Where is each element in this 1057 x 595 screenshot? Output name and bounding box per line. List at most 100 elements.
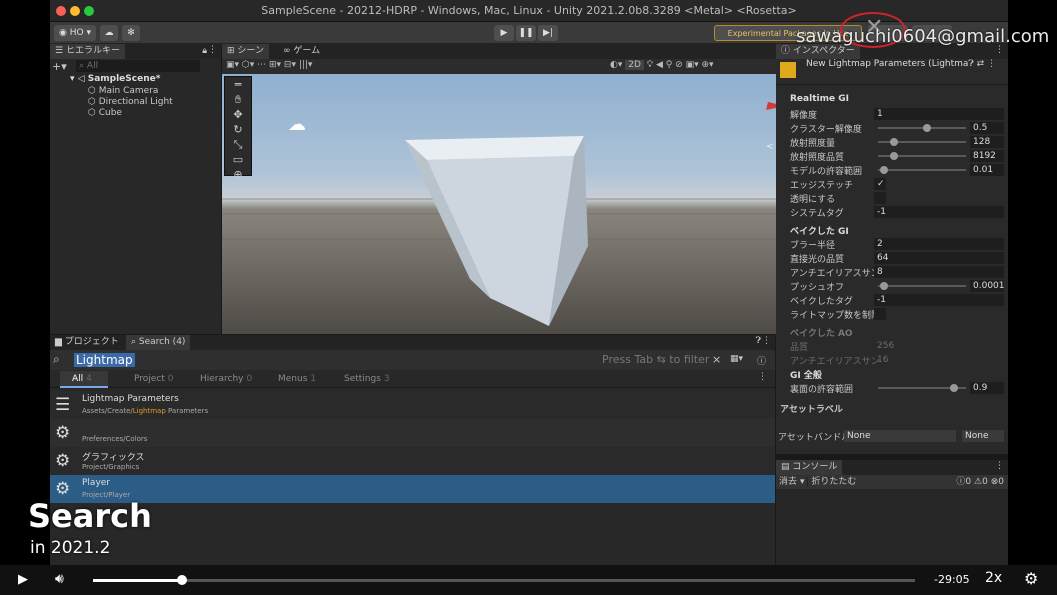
search-result-row[interactable]: ⚙ Player Project/Player bbox=[50, 475, 775, 503]
progress-knob[interactable] bbox=[176, 575, 187, 585]
help-icon[interactable]: ❓︎ bbox=[756, 336, 761, 346]
drag-handle[interactable]: ═ bbox=[225, 77, 251, 92]
account-dropdown[interactable]: ◉ HO ▾ bbox=[54, 25, 96, 41]
settings-gear-icon[interactable]: ⚙ bbox=[1024, 569, 1038, 588]
slider-knob[interactable] bbox=[879, 282, 888, 290]
scene-root-item[interactable]: ▾ ◁ SampleScene* bbox=[70, 74, 160, 84]
hierarchy-search-input[interactable]: ⌕ All bbox=[76, 60, 200, 72]
hierarchy-item[interactable]: ⬡ Directional Light bbox=[88, 97, 173, 107]
slider-knob[interactable] bbox=[950, 384, 959, 392]
inspector-field-value[interactable]: 2 bbox=[874, 238, 1004, 250]
inspector-field-label: システムタグ bbox=[790, 209, 844, 219]
scene-viewport[interactable]: ☁ ═ ✋︎ ✥ ↻ ⤡ ▭ ⊕ < Persp bbox=[222, 74, 824, 334]
filter-tab-settings[interactable]: Settings 3 bbox=[344, 374, 390, 384]
inspector-panel: ⓘ インスペクター ⋮ New Lightmap Parameters (Lig… bbox=[776, 44, 1008, 454]
inspector-field-label: 解像度 bbox=[790, 111, 818, 121]
collab-icon[interactable]: ✻ bbox=[122, 25, 140, 41]
slider-track[interactable] bbox=[878, 285, 966, 287]
info-icon[interactable]: ⓘ bbox=[757, 354, 766, 367]
inspector-field-value[interactable]: -1 bbox=[874, 294, 1004, 306]
warning-count-button[interactable]: ⚠0 bbox=[974, 477, 988, 487]
collapse-button[interactable]: 折りたたむ bbox=[807, 477, 860, 487]
clear-button[interactable]: 消去 bbox=[776, 477, 800, 487]
inspector-field-label: 直接光の品質 bbox=[790, 255, 845, 265]
hierarchy-item[interactable]: ⬡ Cube bbox=[88, 108, 122, 118]
filter-hint: Press Tab ⇆ to filter bbox=[602, 353, 710, 366]
inspector-field-value[interactable]: 0.0001 bbox=[970, 280, 1005, 292]
filter-tab-hierarchy[interactable]: Hierarchy 0 bbox=[200, 374, 252, 384]
inspector-field-value[interactable]: 128 bbox=[970, 136, 1004, 148]
asset-bundle-variant-dropdown[interactable]: None bbox=[962, 430, 1004, 442]
more-menu-icon[interactable]: ⋮ bbox=[758, 372, 767, 382]
rotate-tool-icon[interactable]: ↻ bbox=[225, 122, 251, 137]
progress-track[interactable] bbox=[93, 575, 915, 585]
tab-project[interactable]: ▆ プロジェクト bbox=[50, 335, 124, 350]
inspector-field-value[interactable]: 0.5 bbox=[970, 122, 1004, 134]
console-counts: ⓘ0 ⚠0 ⊗0 bbox=[956, 475, 1004, 489]
save-search-icon[interactable]: ▦▾ bbox=[730, 354, 743, 364]
filter-tab-all[interactable]: All 4 bbox=[72, 374, 92, 384]
unity-window: SampleScene - 20212-HDRP - Windows, Mac,… bbox=[50, 0, 1008, 565]
search-query-input[interactable]: Lightmap bbox=[74, 353, 135, 367]
more-menu-icon[interactable]: ⋮ bbox=[208, 45, 217, 55]
cube-object[interactable] bbox=[222, 74, 824, 334]
asset-bundle-dropdown[interactable]: None bbox=[844, 430, 956, 442]
filter-tab-menus[interactable]: Menus 1 bbox=[278, 374, 316, 384]
tab-scene[interactable]: ⊞ シーン bbox=[222, 44, 269, 59]
lock-icon[interactable]: 🔒︎ bbox=[202, 46, 207, 56]
log-count-button[interactable]: ⓘ0 bbox=[956, 477, 971, 487]
playback-speed-button[interactable]: 2x bbox=[985, 570, 1002, 586]
slider-knob[interactable] bbox=[923, 124, 932, 132]
hand-tool-icon[interactable]: ✋︎ bbox=[225, 92, 251, 107]
scene-tabbar: ⊞ シーン ∞ ゲーム bbox=[222, 44, 824, 59]
scene-toolbar-left[interactable]: ▣▾ ⬡▾ ⋯ ⊞▾ ⊟▾ |||▾ bbox=[226, 60, 346, 73]
add-icon[interactable]: +▾ bbox=[52, 60, 67, 73]
inspector-field-value[interactable]: 0.9 bbox=[970, 382, 1004, 394]
slider-track[interactable] bbox=[878, 169, 966, 171]
cloud-icon[interactable]: ☁ bbox=[100, 25, 118, 41]
rect-tool-icon[interactable]: ▭ bbox=[225, 152, 251, 167]
transform-tool-icon[interactable]: ⊕ bbox=[225, 167, 251, 182]
inspector-field-value[interactable]: ✓ bbox=[874, 178, 886, 190]
result-subtitle: Assets/Create/Lightmap Parameters bbox=[82, 407, 209, 415]
lighting-toggle-icon[interactable]: 💡︎ bbox=[647, 60, 653, 70]
move-tool-icon[interactable]: ✥ bbox=[225, 107, 251, 122]
error-count-button[interactable]: ⊗0 bbox=[991, 477, 1004, 487]
inspector-field-value[interactable]: 8 bbox=[874, 266, 1004, 278]
slider-knob[interactable] bbox=[890, 152, 899, 160]
inspector-field-value[interactable]: 1 bbox=[874, 108, 1004, 120]
search-panel: ▆ プロジェクト ⌕ Search (4) ❓︎ ⋮ ⌕ Lightmap Pr… bbox=[50, 335, 775, 565]
tab-console[interactable]: ▤ コンソール bbox=[776, 460, 843, 475]
hierarchy-item[interactable]: ⬡ Main Camera bbox=[88, 86, 158, 96]
help-icon[interactable]: ❓︎ ⇄ ⋮ bbox=[968, 59, 996, 69]
step-button[interactable]: ▶| bbox=[538, 25, 558, 41]
slider-knob[interactable] bbox=[890, 138, 899, 146]
tab-game[interactable]: ∞ ゲーム bbox=[278, 44, 326, 59]
scale-tool-icon[interactable]: ⤡ bbox=[225, 137, 251, 152]
2d-toggle[interactable]: 2D bbox=[625, 60, 644, 70]
play-button[interactable]: ▶ bbox=[494, 25, 514, 41]
search-result-row[interactable]: ⚙ Preferences/Colors bbox=[50, 419, 775, 447]
filter-tab-label: Menus bbox=[278, 374, 308, 384]
filter-tab-project[interactable]: Project 0 bbox=[134, 374, 174, 384]
inspector-field-value[interactable]: 8192 bbox=[970, 150, 1004, 162]
search-result-row[interactable]: ⚙ グラフィックス Project/Graphics bbox=[50, 447, 775, 475]
tab-hierarchy[interactable]: ☰ ヒエラルキー bbox=[50, 44, 125, 59]
more-menu-icon[interactable]: ⋮ bbox=[995, 461, 1004, 471]
clear-search-icon[interactable]: × bbox=[712, 353, 721, 366]
tab-search[interactable]: ⌕ Search (4) bbox=[126, 335, 191, 350]
slider-track[interactable] bbox=[878, 127, 966, 129]
pause-button[interactable]: ❚❚ bbox=[516, 25, 536, 41]
gear-icon: ⚙ bbox=[55, 479, 71, 499]
inspector-field-value[interactable] bbox=[874, 192, 886, 204]
inspector-field-value[interactable]: 64 bbox=[874, 252, 1004, 264]
volume-icon[interactable]: 🔊︎ bbox=[55, 571, 64, 587]
inspector-field-value[interactable]: -1 bbox=[874, 206, 1004, 218]
play-icon[interactable]: ▶ bbox=[18, 572, 28, 587]
slider-knob[interactable] bbox=[879, 166, 888, 174]
time-remaining: -29:05 bbox=[934, 573, 970, 586]
search-result-row[interactable]: ☰ Lightmap Parameters Assets/Create/Lightm… bbox=[50, 391, 775, 419]
more-menu-icon[interactable]: ⋮ bbox=[762, 336, 771, 346]
inspector-field-value[interactable]: 0.01 bbox=[970, 164, 1004, 176]
inspector-field-value[interactable] bbox=[874, 308, 886, 320]
